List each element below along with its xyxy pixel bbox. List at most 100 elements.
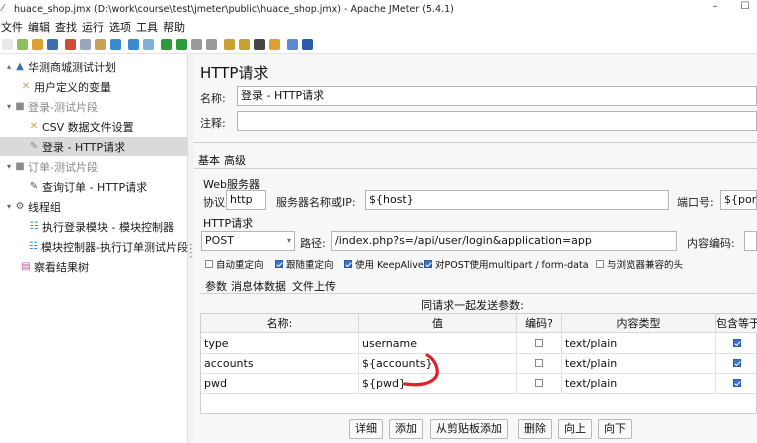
server-field[interactable]: ${host} <box>365 190 669 210</box>
tree-node[interactable]: ✕ CSV 数据文件设置 <box>0 117 188 136</box>
column-header-name[interactable]: 名称: <box>201 314 359 333</box>
tree-node[interactable]: ✎ 查询订单 - HTTP请求 <box>0 177 188 196</box>
checkbox-icon[interactable] <box>732 359 741 367</box>
auto-redirect-checkbox[interactable]: 自动重定向 <box>205 257 264 271</box>
column-header-value[interactable]: 值 <box>359 314 517 333</box>
keepalive-checkbox[interactable]: 使用 KeepAlive <box>344 257 424 271</box>
content-type-cell[interactable]: text/plain <box>562 334 716 354</box>
shutdown-icon[interactable] <box>206 39 217 50</box>
param-value-cell[interactable]: ${pwd} <box>359 374 517 394</box>
encode-cell[interactable] <box>517 354 562 374</box>
tab-basic[interactable]: 基本 <box>198 152 220 168</box>
down-button[interactable]: 向下 <box>598 419 632 439</box>
follow-redirect-checkbox[interactable]: 跟随重定向 <box>275 257 334 271</box>
up-button[interactable]: 向上 <box>558 419 592 439</box>
tree-node[interactable]: ▾ ⚙ 线程组 <box>0 197 188 216</box>
expand-icon[interactable] <box>110 39 121 50</box>
param-value-cell[interactable]: ${accounts} <box>359 354 517 374</box>
column-header-encode[interactable]: 编码? <box>517 314 562 333</box>
encode-cell[interactable] <box>517 374 562 394</box>
menu-tools[interactable]: 工具 <box>136 19 158 35</box>
expand-toggle-icon[interactable]: ▾ <box>4 102 14 111</box>
column-header-include-equals[interactable]: 包含等于? <box>716 314 757 333</box>
content-type-cell[interactable]: text/plain <box>562 354 716 374</box>
checkbox-icon[interactable] <box>535 359 543 367</box>
comment-field[interactable] <box>237 111 757 131</box>
collapse-icon[interactable] <box>128 39 139 50</box>
checkbox-icon[interactable] <box>535 379 543 387</box>
checkbox-icon[interactable] <box>344 260 352 268</box>
column-header-content-type[interactable]: 内容类型 <box>562 314 716 333</box>
tree-node[interactable]: ☷ 模块控制器-执行订单测试片段 <box>0 237 188 256</box>
menu-file[interactable]: 文件 <box>1 19 23 35</box>
test-plan-tree[interactable]: ▴ ▲ 华测商城测试计划 ✕ 用户定义的变量 ▾ ■ 登录-测试片段 ✕ CSV 数据文件设置 ✎ 登… <box>0 54 188 443</box>
paste-icon[interactable] <box>95 39 106 50</box>
param-name-cell[interactable]: accounts <box>201 354 359 374</box>
function-helper-icon[interactable] <box>287 39 298 50</box>
copy-icon[interactable] <box>80 39 91 50</box>
checkbox-icon[interactable] <box>205 260 213 268</box>
clear-all-icon[interactable] <box>239 39 250 50</box>
checkbox-icon[interactable] <box>424 260 432 268</box>
include-equals-cell[interactable] <box>716 354 757 374</box>
add-button[interactable]: 添加 <box>389 419 423 439</box>
menu-search[interactable]: 查找 <box>55 19 77 35</box>
include-equals-cell[interactable] <box>716 334 757 354</box>
clear-icon[interactable] <box>224 39 235 50</box>
search-icon[interactable] <box>254 39 265 50</box>
browser-headers-checkbox[interactable]: 与浏览器兼容的头 <box>596 257 683 271</box>
param-value-cell[interactable]: username <box>359 334 517 354</box>
menu-run[interactable]: 运行 <box>82 19 104 35</box>
checkbox-icon[interactable] <box>732 339 741 347</box>
start-icon[interactable] <box>161 39 172 50</box>
cut-icon[interactable] <box>65 39 76 50</box>
template-icon[interactable] <box>17 39 28 50</box>
expand-toggle-icon[interactable]: ▾ <box>4 162 14 171</box>
maximize-button[interactable]: ☐ <box>730 1 757 17</box>
path-field[interactable]: /index.php?s=/api/user/login&application… <box>331 231 677 251</box>
menu-options[interactable]: 选项 <box>109 19 131 35</box>
new-icon[interactable] <box>2 39 13 50</box>
params-table[interactable]: 名称: 值 编码? 内容类型 包含等于? typeusername text/pl… <box>200 313 757 414</box>
expand-toggle-icon[interactable]: ▾ <box>4 202 14 211</box>
port-field[interactable]: ${port} <box>720 190 757 210</box>
tree-node[interactable]: ▴ ▲ 华测商城测试计划 <box>0 57 188 76</box>
delete-button[interactable]: 删除 <box>518 419 552 439</box>
encode-cell[interactable] <box>517 334 562 354</box>
tree-node[interactable]: ▾ ■ 订单-测试片段 <box>0 157 188 176</box>
method-select[interactable]: POST ▾ <box>201 231 295 251</box>
param-name-cell[interactable]: type <box>201 334 359 354</box>
checkbox-icon[interactable] <box>732 379 741 387</box>
stop-icon[interactable] <box>191 39 202 50</box>
multipart-checkbox[interactable]: 对POST使用multipart / form-data <box>424 257 589 271</box>
tab-body-data[interactable]: 消息体数据 <box>231 278 286 294</box>
checkbox-icon[interactable] <box>596 260 604 268</box>
expand-toggle-icon[interactable]: ▴ <box>4 62 14 71</box>
tree-node[interactable]: ▾ ■ 登录-测试片段 <box>0 97 188 116</box>
detail-button[interactable]: 详细 <box>349 419 383 439</box>
splitter-grip-icon[interactable]: • • • • <box>189 243 193 261</box>
tab-file-upload[interactable]: 文件上传 <box>292 278 336 294</box>
name-field[interactable]: 登录 - HTTP请求 <box>237 86 757 106</box>
tree-node[interactable]: ☷ 执行登录模块 - 模块控制器 <box>0 217 188 236</box>
menu-help[interactable]: 帮助 <box>163 19 185 35</box>
tab-parameters[interactable]: 参数 <box>205 278 227 294</box>
checkbox-icon[interactable] <box>275 260 283 268</box>
help-icon[interactable] <box>302 39 313 50</box>
add-from-clipboard-button[interactable]: 从剪贴板添加 <box>430 419 508 439</box>
checkbox-icon[interactable] <box>535 339 543 347</box>
open-icon[interactable] <box>32 39 43 50</box>
protocol-field[interactable]: http <box>226 190 266 210</box>
content-type-cell[interactable]: text/plain <box>562 374 716 394</box>
include-equals-cell[interactable] <box>716 374 757 394</box>
tree-node[interactable]: ✎ 登录 - HTTP请求 <box>0 137 188 156</box>
tab-advanced[interactable]: 高级 <box>224 152 246 168</box>
dropdown-arrow-icon[interactable]: ▾ <box>287 232 291 250</box>
tree-node[interactable]: ▤ 察看结果树 <box>0 257 188 276</box>
save-icon[interactable] <box>47 39 58 50</box>
reset-search-icon[interactable] <box>269 39 280 50</box>
encoding-field[interactable] <box>744 231 757 251</box>
param-name-cell[interactable]: pwd <box>201 374 359 394</box>
tree-node[interactable]: ✕ 用户定义的变量 <box>0 77 188 96</box>
start-no-pause-icon[interactable] <box>176 39 187 50</box>
